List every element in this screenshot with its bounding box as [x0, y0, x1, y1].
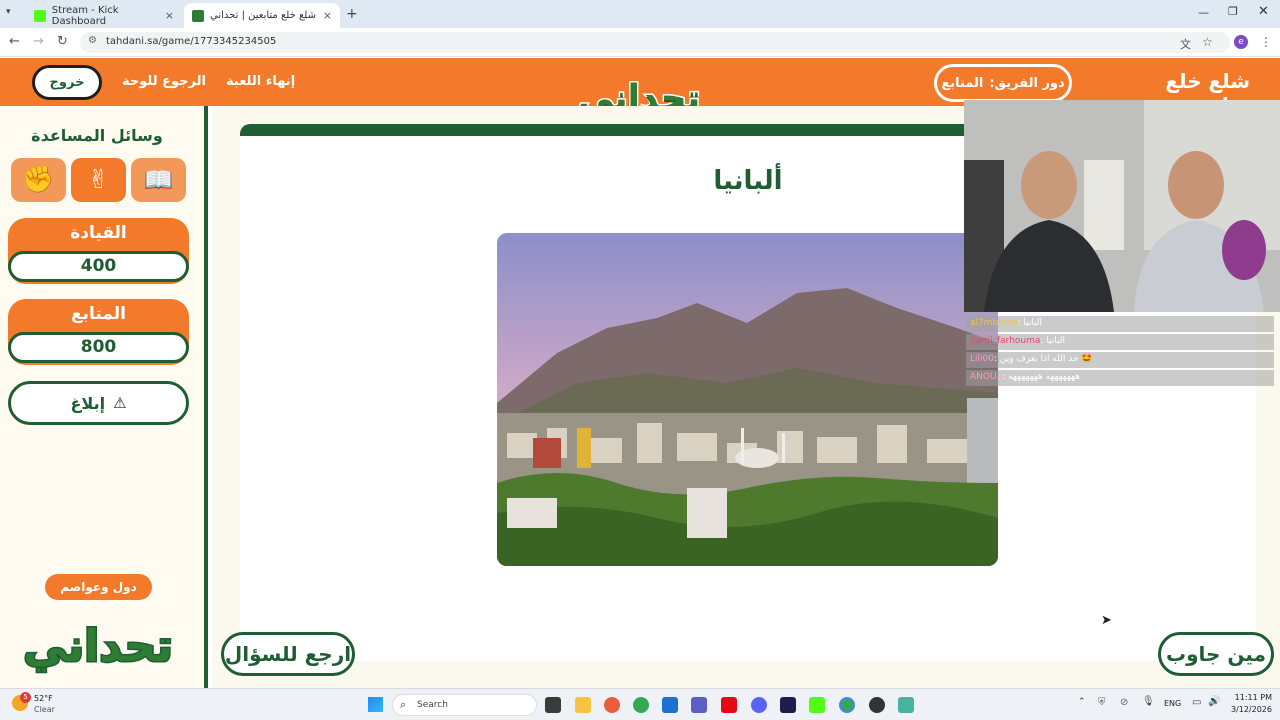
url-input[interactable]: ⚙ tahdani.sa/game/1773345234505 [80, 32, 1230, 53]
profile-avatar[interactable]: e [1234, 35, 1248, 49]
end-game-link[interactable]: إنهاء اللعبة [226, 74, 295, 89]
chat-text: حد الله اذا يعرف وين 🤩 [999, 354, 1093, 364]
team-name: المتابع [71, 304, 126, 324]
sidebar: وسائل المساعدة 📖 ✌ ✊ القيادة 400 المتابع… [0, 106, 208, 688]
language-indicator[interactable]: ENG [1164, 699, 1181, 708]
site-info-icon[interactable]: ⚙ [88, 35, 97, 46]
chat-user: al7mblone [970, 318, 1018, 328]
chat-user: Sami_farhouma [970, 336, 1041, 346]
chat-text: البانيا [1046, 336, 1065, 346]
obs-icon[interactable] [869, 697, 885, 713]
volume-icon[interactable]: 🔊 [1208, 696, 1220, 707]
chrome-active-icon[interactable] [839, 697, 855, 713]
close-tab-icon[interactable]: × [165, 9, 174, 22]
team-turn-badge: دور الفريق: المتابع [934, 64, 1072, 102]
aids-title: وسائل المساعدة [31, 126, 163, 145]
tab-tahdani-game[interactable]: شلع خلع متابعين | تحداني × [184, 3, 340, 28]
taskbar-search[interactable]: ⌕ Search [392, 694, 537, 716]
outlook-icon[interactable] [662, 697, 678, 713]
chat-message: Sami_farhouma: البانيا [966, 334, 1274, 350]
who-answered-button[interactable]: مين جاوب [1158, 632, 1274, 676]
exit-button[interactable]: خروج [32, 65, 102, 100]
weather-temp: 52°F [34, 694, 53, 703]
url-text: tahdani.sa/game/1773345234505 [106, 36, 277, 47]
report-button[interactable]: إبلاغ ⚠ [8, 381, 189, 425]
back-to-question-button[interactable]: ارجع للسؤال [221, 632, 355, 676]
bookmark-star-icon[interactable]: ☆ [1202, 35, 1213, 49]
tab-list-chevron-icon[interactable]: ▾ [6, 7, 11, 17]
app-sparkle-icon[interactable] [604, 697, 620, 713]
team-turn-label: دور الفريق: [989, 75, 1065, 91]
microphone-icon[interactable]: 🎙 [1142, 696, 1155, 707]
report-label: إبلاغ [70, 393, 106, 413]
translate-icon[interactable]: 文 [1180, 36, 1191, 52]
teams-icon[interactable] [691, 697, 707, 713]
kick-icon[interactable] [809, 697, 825, 713]
premiere-icon[interactable] [780, 697, 796, 713]
discord-icon[interactable] [751, 697, 767, 713]
answer-image [497, 233, 998, 566]
chat-user: Lili00 [970, 354, 994, 364]
weather-desc: Clear [34, 705, 55, 714]
windows-taskbar: 5 52°F Clear ⌕ Search ⌃ ⛨ ⊘ 🎙 ENG ▭ 🔊 11… [0, 688, 1280, 720]
aid-fist-button[interactable]: ✊ [11, 158, 66, 202]
team-turn-value: المتابع [941, 75, 984, 91]
show-hidden-icons-icon[interactable]: ⌃ [1078, 697, 1086, 707]
chat-text: هههههههه هههههههه [1008, 372, 1080, 382]
chat-message: al7mblone: البانيا [966, 316, 1274, 332]
warning-icon: ⚠ [113, 394, 127, 412]
search-icon: ⌕ [400, 698, 407, 711]
webcam-overlay [964, 100, 1280, 312]
team-name: القيادة [70, 223, 127, 243]
menu-kebab-icon[interactable]: ⋮ [1260, 35, 1272, 49]
tab-kick-dashboard[interactable]: Stream - Kick Dashboard × [26, 3, 182, 28]
sidebar-logo: تحداني [22, 620, 175, 674]
minimize-window-button[interactable]: — [1198, 6, 1209, 19]
address-bar-row: ← → ↻ ⚙ tahdani.sa/game/1773345234505 文 … [0, 28, 1280, 57]
fist-hand-icon: ✊ [22, 165, 55, 195]
security-icon[interactable]: ⛨ [1098, 697, 1106, 708]
aid-book-button[interactable]: 📖 [131, 158, 186, 202]
chat-message: Lili00: حد الله اذا يعرف وين 🤩 [966, 352, 1274, 368]
team-score-card: القيادة 400 [8, 218, 189, 284]
search-placeholder: Search [417, 700, 448, 710]
kick-favicon-icon [34, 9, 46, 22]
close-window-button[interactable]: ✕ [1258, 4, 1269, 19]
chrome-icon[interactable] [633, 697, 649, 713]
team-score-card: المتابع 800 [8, 299, 189, 365]
task-view-icon[interactable] [545, 697, 561, 713]
chat-message: ANOU..: هههههههه هههههههه [966, 370, 1274, 386]
chat-text: البانيا [1023, 318, 1043, 328]
book-aid-icon: 📖 [143, 166, 174, 194]
chat-user: ANOU.. [970, 372, 1003, 382]
forward-arrow-icon[interactable]: → [33, 34, 44, 49]
restore-window-button[interactable]: ❐ [1228, 5, 1238, 18]
file-explorer-icon[interactable] [575, 697, 591, 713]
back-to-board-link[interactable]: الرجوع للوحة [122, 74, 206, 89]
category-badge: دول وعواصم [45, 574, 152, 600]
reload-icon[interactable]: ↻ [57, 34, 68, 49]
network-off-icon[interactable]: ⊘ [1120, 697, 1128, 708]
tahdani-favicon-icon [192, 9, 204, 22]
windows-start-icon[interactable] [368, 697, 383, 712]
tab-label: Stream - Kick Dashboard [51, 4, 119, 27]
team-score[interactable]: 400 [8, 251, 189, 282]
clock-time[interactable]: 11:11 PM [1232, 693, 1272, 702]
aid-peace-button[interactable]: ✌ [71, 158, 126, 202]
mouse-cursor-icon: ➤ [1101, 613, 1112, 628]
display-icon[interactable]: ▭ [1192, 697, 1201, 708]
new-tab-button[interactable]: + [346, 6, 358, 22]
back-arrow-icon[interactable]: ← [9, 34, 20, 49]
close-tab-icon[interactable]: × [323, 9, 332, 22]
netflix-icon[interactable] [721, 697, 737, 713]
weather-badge: 5 [20, 692, 31, 703]
app-icon[interactable] [898, 697, 914, 713]
peace-hand-icon: ✌ [87, 165, 110, 195]
tab-label: شلع خلع متابعين | تحداني [210, 10, 316, 21]
team-score[interactable]: 800 [8, 332, 189, 363]
clock-date[interactable]: 3/12/2026 [1226, 705, 1272, 714]
browser-tab-bar: ▾ Stream - Kick Dashboard × شلع خلع متاب… [0, 0, 1280, 28]
